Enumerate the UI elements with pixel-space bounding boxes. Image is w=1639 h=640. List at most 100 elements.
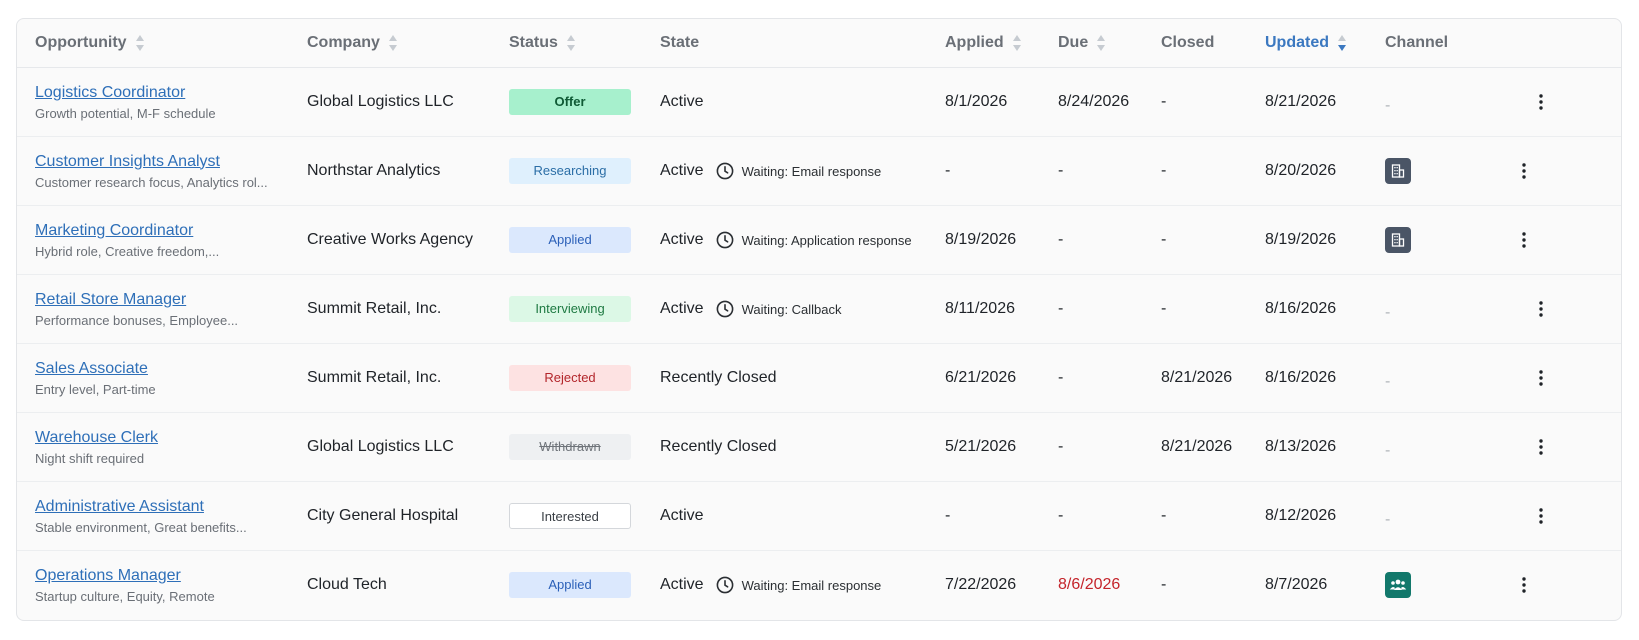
table-row[interactable]: Retail Store Manager Performance bonuses… — [17, 274, 1621, 344]
due-cell: - — [1058, 412, 1161, 482]
row-actions-menu-icon[interactable] — [1512, 159, 1536, 183]
state-cell: Active — [660, 481, 945, 551]
applied-cell: 8/1/2026 — [945, 67, 1058, 137]
row-actions-menu-icon[interactable] — [1512, 573, 1536, 597]
row-actions-menu-icon[interactable] — [1529, 504, 1553, 528]
status-cell: Offer — [509, 67, 660, 137]
opportunity-title-link[interactable]: Administrative Assistant — [35, 498, 307, 516]
opportunity-title-link[interactable]: Warehouse Clerk — [35, 429, 307, 447]
column-header-company[interactable]: Company — [307, 19, 509, 68]
row-actions-menu-icon[interactable] — [1529, 435, 1553, 459]
applied-cell: 7/22/2026 — [945, 576, 1017, 593]
opportunity-title-link[interactable]: Customer Insights Analyst — [35, 153, 307, 171]
state-text: Active — [660, 162, 704, 179]
row-actions-menu-icon[interactable] — [1529, 366, 1553, 390]
status-badge: Interested — [509, 503, 631, 529]
clock-icon — [716, 231, 733, 249]
people-icon[interactable] — [1385, 571, 1411, 598]
opportunity-cell: Marketing Coordinator Hybrid role, Creat… — [17, 205, 307, 275]
sort-desc-icon — [1338, 35, 1346, 51]
applied-cell: - — [945, 136, 1058, 206]
opportunity-title-link[interactable]: Retail Store Manager — [35, 291, 307, 309]
table-row[interactable]: Sales Associate Entry level, Part-time S… — [17, 343, 1621, 413]
status-cell: Interested — [509, 481, 660, 551]
channel-empty: - — [1385, 372, 1391, 390]
state-text: Active — [660, 300, 704, 317]
building-icon[interactable] — [1385, 226, 1411, 253]
closed-cell: - — [1161, 576, 1167, 593]
column-header-status[interactable]: Status — [509, 19, 660, 68]
table-row[interactable]: Customer Insights Analyst Customer resea… — [17, 136, 1621, 206]
status-badge: Offer — [509, 89, 631, 115]
channel-cell — [1385, 205, 1621, 275]
column-header-due[interactable]: Due — [1058, 19, 1161, 68]
column-header-opportunity[interactable]: Opportunity — [17, 19, 307, 68]
status-badge: Applied — [509, 572, 631, 598]
due-cell: - — [1058, 274, 1161, 344]
applied-cell: - — [945, 481, 1058, 551]
waiting-text: Waiting: Callback — [741, 301, 842, 317]
waiting-indicator: Waiting: Application response — [716, 231, 912, 249]
column-header-updated[interactable]: Updated — [1265, 19, 1385, 68]
opportunity-description: Customer research focus, Analytics rol..… — [35, 174, 268, 190]
applied-cell: 8/11/2026 — [945, 274, 1058, 344]
table-row[interactable]: Marketing Coordinator Hybrid role, Creat… — [17, 205, 1621, 275]
state-cell: Active Waiting: Email response — [660, 551, 945, 620]
closed-cell: 8/21/2026 — [1161, 412, 1265, 482]
company-cell: Summit Retail, Inc. — [307, 343, 509, 413]
company-cell: Northstar Analytics — [307, 136, 509, 206]
building-icon[interactable] — [1385, 157, 1411, 184]
opportunity-description: Growth potential, M-F schedule — [35, 105, 216, 121]
table-row[interactable]: Operations Manager Startup culture, Equi… — [17, 551, 1621, 620]
company-cell: Global Logistics LLC — [307, 67, 509, 137]
row-actions-menu-icon[interactable] — [1529, 297, 1553, 321]
state-cell: Active — [660, 67, 945, 137]
channel-cell — [1385, 136, 1621, 206]
status-cell: Applied — [509, 551, 660, 620]
closed-cell: - — [1161, 67, 1265, 137]
updated-cell: 8/20/2026 — [1265, 136, 1385, 206]
row-actions-menu-icon[interactable] — [1512, 228, 1536, 252]
opportunity-cell: Sales Associate Entry level, Part-time — [17, 343, 307, 413]
state-cell: Recently Closed — [660, 412, 945, 482]
waiting-text: Waiting: Email response — [741, 163, 882, 179]
table-body: Logistics Coordinator Growth potential, … — [17, 67, 1621, 620]
sort-icon — [1012, 35, 1021, 51]
updated-cell: 8/7/2026 — [1265, 576, 1328, 593]
channel-cell: - — [1385, 412, 1621, 482]
clock-icon — [716, 300, 733, 318]
company-cell: Creative Works Agency — [307, 205, 509, 275]
closed-cell: - — [1161, 274, 1265, 344]
column-header-applied[interactable]: Applied — [945, 19, 1058, 68]
opportunity-cell: Administrative Assistant Stable environm… — [17, 481, 307, 551]
opportunity-title-link[interactable]: Operations Manager — [35, 567, 307, 585]
status-cell: Researching — [509, 136, 660, 206]
clock-icon — [716, 162, 733, 180]
table-row[interactable]: Administrative Assistant Stable environm… — [17, 481, 1621, 551]
applied-cell: 5/21/2026 — [945, 412, 1058, 482]
table-row[interactable]: Warehouse Clerk Night shift required Glo… — [17, 412, 1621, 482]
status-cell: Rejected — [509, 343, 660, 413]
table-row[interactable]: Logistics Coordinator Growth potential, … — [17, 67, 1621, 137]
state-text: Recently Closed — [660, 438, 777, 455]
row-actions-menu-icon[interactable] — [1529, 90, 1553, 114]
due-cell: - — [1058, 481, 1161, 551]
channel-empty: - — [1385, 303, 1391, 321]
opportunity-cell: Warehouse Clerk Night shift required — [17, 412, 307, 482]
due-cell: - — [1058, 205, 1161, 275]
status-cell: Applied — [509, 205, 660, 275]
status-cell: Interviewing — [509, 274, 660, 344]
column-header-state: State — [660, 19, 945, 68]
updated-cell: 8/16/2026 — [1265, 343, 1385, 413]
state-text: Active — [660, 231, 704, 248]
opportunity-cell: Customer Insights Analyst Customer resea… — [17, 136, 307, 206]
company-cell: Summit Retail, Inc. — [307, 274, 509, 344]
status-cell: Withdrawn — [509, 412, 660, 482]
company-cell: Cloud Tech — [307, 576, 387, 593]
channel-empty: - — [1385, 510, 1391, 528]
opportunity-title-link[interactable]: Marketing Coordinator — [35, 222, 307, 240]
opportunity-title-link[interactable]: Logistics Coordinator — [35, 84, 307, 102]
opportunity-description: Entry level, Part-time — [35, 381, 156, 397]
state-cell: Active Waiting: Application response — [660, 205, 945, 275]
opportunity-title-link[interactable]: Sales Associate — [35, 360, 307, 378]
